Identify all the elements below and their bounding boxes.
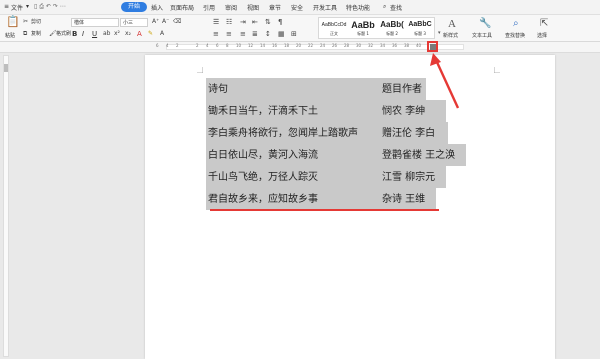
- annotation-arrow: [430, 53, 460, 109]
